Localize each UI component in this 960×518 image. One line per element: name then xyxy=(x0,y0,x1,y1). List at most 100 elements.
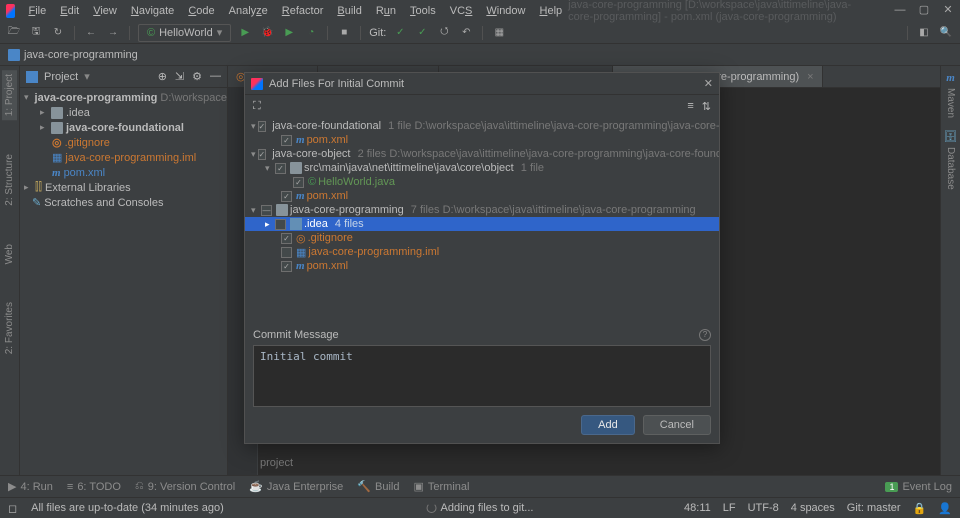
open-icon[interactable]: 🗁 xyxy=(6,25,22,41)
caret-position[interactable]: 48:11 xyxy=(684,502,711,515)
dialog-file-tree[interactable]: ▾ java-core-foundational 1 file D:\works… xyxy=(245,117,719,325)
minimize-icon[interactable]: — xyxy=(894,5,906,17)
menu-navigate[interactable]: Navigate xyxy=(125,3,180,19)
vcs-commit-icon[interactable]: ✓ xyxy=(414,25,430,41)
menu-tools[interactable]: Tools xyxy=(404,3,442,19)
database-icon[interactable]: 🗄 xyxy=(944,130,958,143)
checkbox[interactable] xyxy=(258,121,267,132)
add-button[interactable]: Add xyxy=(581,415,635,435)
tree-pom[interactable]: pom.xml xyxy=(64,167,106,179)
commit-message-input[interactable]: Initial commit xyxy=(253,345,711,407)
menu-vcs[interactable]: VCS xyxy=(444,3,479,19)
spinner-icon xyxy=(427,503,437,513)
project-header[interactable]: Project xyxy=(44,71,78,83)
vcs-update-icon[interactable]: ✓ xyxy=(392,25,408,41)
expand-tree-icon[interactable]: ⛶ xyxy=(253,100,261,113)
checkbox[interactable] xyxy=(258,149,267,160)
breadcrumb-project[interactable]: java-core-programming xyxy=(24,49,138,61)
git-branch[interactable]: Git: master xyxy=(847,502,901,515)
target-icon[interactable]: ⊕ xyxy=(158,70,167,83)
menu-edit[interactable]: Edit xyxy=(54,3,85,19)
menu-view[interactable]: View xyxy=(87,3,123,19)
tab-web[interactable]: Web xyxy=(2,240,17,268)
tree-iml[interactable]: java-core-programming.iml xyxy=(65,152,196,164)
stop-icon[interactable]: ■ xyxy=(336,25,352,41)
menu-help[interactable]: Help xyxy=(534,3,569,19)
dialog-close-icon[interactable]: ✕ xyxy=(704,77,713,90)
run-config-selector[interactable]: © HelloWorld ▾ xyxy=(138,24,231,42)
tree-idea[interactable]: .idea xyxy=(66,107,90,119)
checkbox[interactable] xyxy=(281,233,292,244)
menu-file[interactable]: File xyxy=(23,3,53,19)
tool-window-toggle-icon[interactable]: ◻ xyxy=(8,502,17,515)
vcs-revert-icon[interactable]: ↶ xyxy=(458,25,474,41)
checkbox[interactable] xyxy=(281,247,292,258)
tab-structure[interactable]: 2: Structure xyxy=(2,150,17,210)
tab-database[interactable]: Database xyxy=(943,143,958,194)
tab-close-icon[interactable]: × xyxy=(807,71,813,83)
tree-gitignore[interactable]: .gitignore xyxy=(65,137,110,149)
vcs-history-icon[interactable]: ⭯ xyxy=(436,25,452,41)
menu-build[interactable]: Build xyxy=(331,3,367,19)
background-task[interactable]: Adding files to git... xyxy=(441,502,534,514)
tw-run[interactable]: ▶ 4: Run xyxy=(8,480,53,493)
gear-icon[interactable]: ⚙ xyxy=(192,70,202,83)
menu-run[interactable]: Run xyxy=(370,3,402,19)
lock-icon[interactable]: 🔒 xyxy=(913,502,927,515)
menu-window[interactable]: Window xyxy=(480,3,531,19)
root-name[interactable]: java-core-programming xyxy=(35,92,158,104)
menu-analyze[interactable]: Analyze xyxy=(223,3,274,19)
module-icon xyxy=(8,49,20,61)
run-icon[interactable]: ▶ xyxy=(237,25,253,41)
encoding[interactable]: UTF-8 xyxy=(748,502,779,515)
hide-icon[interactable]: — xyxy=(210,70,221,83)
back-icon[interactable]: ← xyxy=(83,25,99,41)
tool-window-bar: ▶ 4: Run ≡ 6: TODO ⎌ 9: Version Control … xyxy=(0,475,960,497)
menu-refactor[interactable]: Refactor xyxy=(276,3,330,19)
inspector-icon[interactable]: 👤 xyxy=(938,502,952,515)
tree-external[interactable]: External Libraries xyxy=(45,182,131,194)
debug-icon[interactable]: 🐞 xyxy=(259,25,275,41)
cancel-button[interactable]: Cancel xyxy=(643,415,711,435)
sync-icon[interactable]: ↻ xyxy=(50,25,66,41)
selected-row[interactable]: ▸ .idea 4 files xyxy=(245,217,719,231)
title-bar: File Edit View Navigate Code Analyze Ref… xyxy=(0,0,960,22)
checkbox[interactable] xyxy=(275,219,286,230)
tw-jee[interactable]: ☕ Java Enterprise xyxy=(249,480,343,493)
menu-code[interactable]: Code xyxy=(182,3,220,19)
tw-event-log[interactable]: 1 Event Log xyxy=(885,481,952,493)
tree-scratches[interactable]: Scratches and Consoles xyxy=(44,197,163,209)
tree-module[interactable]: java-core-foundational xyxy=(66,122,184,134)
checkbox[interactable]: — xyxy=(261,205,272,216)
tw-version-control[interactable]: ⎌ 9: Version Control xyxy=(135,480,235,493)
checkbox[interactable] xyxy=(281,135,292,146)
structure-icon[interactable]: ▦ xyxy=(491,25,507,41)
help-icon[interactable]: ? xyxy=(699,329,711,341)
project-tree[interactable]: ▾ java-core-programming D:\workspace\jav… xyxy=(20,88,227,212)
tw-todo[interactable]: ≡ 6: TODO xyxy=(67,481,121,493)
status-bar: ◻ All files are up-to-date (34 minutes a… xyxy=(0,497,960,518)
tab-project[interactable]: 1: Project xyxy=(2,70,17,120)
search-everywhere-icon[interactable]: 🔍 xyxy=(938,25,954,41)
indent[interactable]: 4 spaces xyxy=(791,502,835,515)
save-icon[interactable]: 🖫 xyxy=(28,25,44,41)
checkbox[interactable] xyxy=(281,191,292,202)
collapse-icon[interactable]: ⇲ xyxy=(175,70,184,83)
maximize-icon[interactable]: ▢ xyxy=(918,5,930,17)
tw-terminal[interactable]: ▣ Terminal xyxy=(413,480,469,493)
close-icon[interactable]: ✕ xyxy=(942,5,954,17)
line-separator[interactable]: LF xyxy=(723,502,736,515)
coverage-icon[interactable]: ▶ xyxy=(281,25,297,41)
tw-build[interactable]: 🔨 Build xyxy=(357,480,399,493)
tab-favorites[interactable]: 2: Favorites xyxy=(2,298,17,358)
group-icon[interactable]: ≡ xyxy=(687,100,693,113)
maven-icon[interactable]: m xyxy=(946,72,955,84)
options-icon[interactable]: ⇅ xyxy=(702,100,711,113)
checkbox[interactable] xyxy=(293,177,304,188)
tab-maven[interactable]: Maven xyxy=(943,84,958,122)
ide-settings-icon[interactable]: ◧ xyxy=(916,25,932,41)
forward-icon[interactable]: → xyxy=(105,25,121,41)
checkbox[interactable] xyxy=(275,163,286,174)
profile-icon[interactable]: ◔ xyxy=(303,25,319,41)
checkbox[interactable] xyxy=(281,261,292,272)
